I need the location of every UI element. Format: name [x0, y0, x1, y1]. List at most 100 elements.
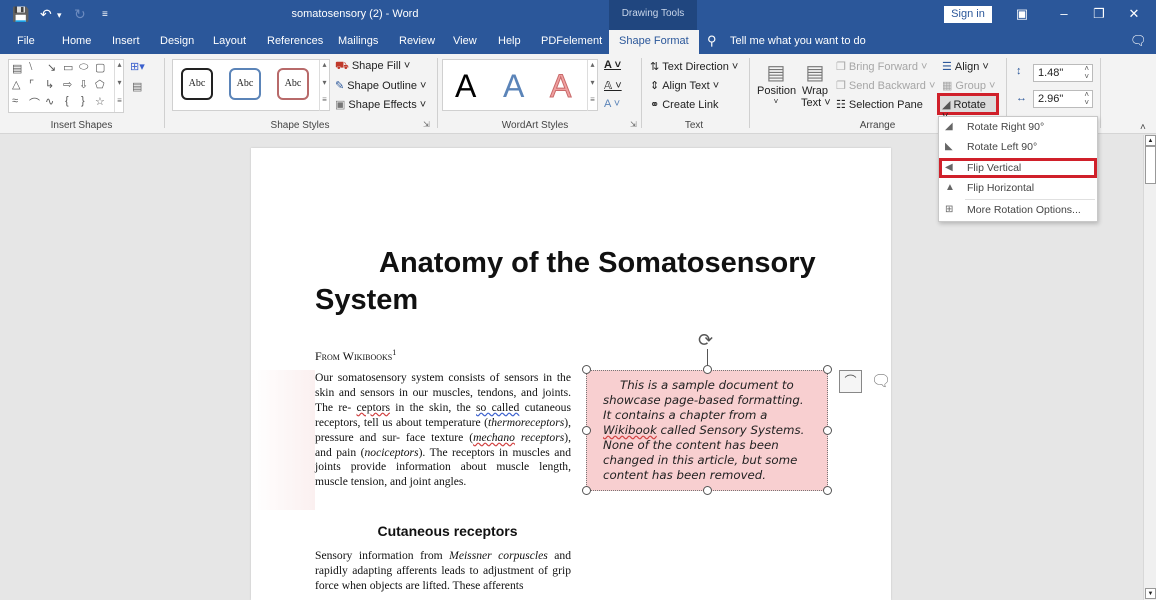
send-backward-button[interactable]: ❐ Send Backward ˅ — [836, 79, 935, 92]
shape-fill-button[interactable]: ⛟ Shape Fill ˅ — [335, 60, 410, 74]
wrap-text-button[interactable]: ▤ Wrap Text ˅ — [801, 60, 831, 109]
tab-references[interactable]: References — [267, 35, 323, 47]
body-paragraph-1[interactable]: Our somatosensory system consists of sen… — [315, 371, 571, 490]
comments-icon[interactable]: 🗨 — [1130, 33, 1147, 49]
new-comment-icon[interactable]: 🗨 — [871, 371, 891, 391]
shape-height-input[interactable]: 1.48" ˄ ˅ — [1033, 64, 1093, 82]
vertical-scrollbar[interactable]: ▲ ▼ — [1143, 135, 1156, 600]
shape-effects-button[interactable]: ▣ Shape Effects ˅ — [335, 98, 426, 111]
resize-handle-top-left[interactable] — [582, 365, 591, 374]
selection-pane-button[interactable]: ☷ Selection Pane — [836, 98, 923, 111]
tab-mailings[interactable]: Mailings — [338, 35, 378, 47]
gallery-scroll-down[interactable]: ▾ — [114, 78, 124, 96]
rectangle-shape-icon[interactable]: ▭ — [63, 61, 73, 74]
text-effects-icon[interactable]: A ˅ — [604, 98, 620, 110]
wordart-black[interactable]: A — [455, 68, 476, 105]
align-button[interactable]: ☰ Align ˅ — [942, 60, 989, 73]
group-button[interactable]: ▦ Group ˅ — [942, 79, 995, 92]
text-fill-icon[interactable]: A ˅ — [604, 59, 621, 71]
tab-design[interactable]: Design — [160, 35, 194, 47]
menu-item-flip-vertical[interactable]: ◀ Flip Vertical — [939, 158, 1097, 178]
tab-view[interactable]: View — [453, 35, 477, 47]
shape-styles-launcher-icon[interactable]: ⇲ — [423, 120, 430, 129]
tab-help[interactable]: Help — [498, 35, 521, 47]
text-box-shape-icon[interactable]: ▤ — [12, 62, 22, 75]
tab-home[interactable]: Home — [62, 35, 91, 47]
styles-scroll-up[interactable]: ▴ — [319, 60, 329, 78]
resize-handle-top[interactable] — [703, 365, 712, 374]
minimize-icon[interactable]: – — [1054, 6, 1074, 21]
body-paragraph-2[interactable]: Sensory information from Meissner corpus… — [315, 549, 571, 594]
tab-file[interactable]: File — [17, 35, 35, 47]
down-arrow-shape-icon[interactable]: ⇩ — [79, 78, 88, 91]
ribbon-display-icon[interactable]: ▣ — [1012, 6, 1032, 22]
shape-width-input[interactable]: 2.96" ˄ ˅ — [1033, 90, 1093, 108]
scroll-down-arrow[interactable]: ▼ — [1145, 588, 1156, 599]
freeform-shape-icon[interactable]: ≈ — [12, 95, 18, 107]
gallery-more[interactable]: ≡ — [114, 96, 124, 112]
resize-handle-bottom[interactable] — [703, 486, 712, 495]
star-shape-icon[interactable]: ☆ — [95, 95, 105, 108]
tab-pdfelement[interactable]: PDFelement — [541, 35, 602, 47]
tab-insert[interactable]: Insert — [112, 35, 140, 47]
triangle-shape-icon[interactable]: △ — [12, 78, 20, 91]
left-brace-icon[interactable]: { — [65, 95, 69, 107]
line-shape-icon[interactable]: ⧵ — [29, 61, 32, 74]
resize-handle-right[interactable] — [823, 426, 832, 435]
wordart-more[interactable]: ≡ — [587, 95, 597, 111]
scroll-up-arrow[interactable]: ▲ — [1145, 135, 1156, 146]
create-link-button[interactable]: ⚭ Create Link — [650, 98, 718, 111]
resize-handle-bottom-left[interactable] — [582, 486, 591, 495]
wordart-launcher-icon[interactable]: ⇲ — [630, 120, 637, 129]
menu-item-more-rotation-options[interactable]: ⊞ More Rotation Options... — [939, 201, 1097, 221]
sign-in-button[interactable]: Sign in — [944, 6, 992, 23]
curve-shape-icon[interactable]: ∿ — [45, 95, 54, 108]
draw-text-box-icon[interactable]: ▤ — [132, 80, 142, 93]
menu-item-rotate-left[interactable]: ◣ Rotate Left 90° — [939, 138, 1097, 158]
wordart-scroll-up[interactable]: ▴ — [587, 60, 597, 78]
tab-review[interactable]: Review — [399, 35, 435, 47]
position-button[interactable]: ▤ Position ˅ — [757, 60, 796, 106]
oval-shape-icon[interactable]: ⬭ — [79, 61, 88, 74]
collapse-ribbon-icon[interactable]: ˄ — [1140, 122, 1146, 133]
elbow-connector-icon[interactable]: ⌜ — [29, 78, 34, 91]
tell-me-search[interactable]: Tell me what you want to do — [730, 35, 866, 47]
restore-icon[interactable]: ❐ — [1089, 6, 1109, 22]
bring-forward-button[interactable]: ❐ Bring Forward ˅ — [836, 60, 927, 73]
selected-text-box[interactable]: This is a sample document to showcase pa… — [586, 370, 828, 491]
tab-shape-format[interactable]: Shape Format — [609, 30, 699, 54]
snip-shape-icon[interactable]: ⬠ — [95, 78, 105, 91]
styles-more[interactable]: ≡ — [319, 95, 329, 111]
rotation-handle-icon[interactable]: ⟳ — [698, 330, 713, 351]
rounded-rect-shape-icon[interactable]: ▢ — [95, 61, 105, 74]
resize-handle-bottom-right[interactable] — [823, 486, 832, 495]
align-text-button[interactable]: ⇕ Align Text ˅ — [650, 79, 719, 92]
styles-scroll-down[interactable]: ▾ — [319, 78, 329, 95]
rotate-button[interactable]: ◢Rotate ˅ — [937, 93, 999, 123]
menu-item-rotate-right[interactable]: ◢ Rotate Right 90° — [939, 118, 1097, 138]
right-arrow-shape-icon[interactable]: ⇨ — [63, 78, 72, 91]
gallery-scroll-up[interactable]: ▴ — [114, 60, 124, 78]
style-preset-blue[interactable]: Abc — [229, 68, 261, 100]
style-preset-red[interactable]: Abc — [277, 68, 309, 100]
wordart-blue[interactable]: A — [503, 68, 524, 105]
text-outline-icon[interactable]: 𝔸 ˅ — [604, 79, 622, 92]
wordart-pink[interactable]: A — [549, 68, 571, 105]
right-brace-icon[interactable]: } — [81, 95, 85, 107]
close-icon[interactable]: ✕ — [1124, 6, 1144, 22]
wordart-gallery[interactable]: A A A ▴ ▾ ≡ — [442, 59, 598, 111]
menu-item-flip-horizontal[interactable]: ▲ Flip Horizontal — [939, 179, 1097, 199]
scroll-thumb[interactable] — [1145, 146, 1156, 184]
wordart-scroll-down[interactable]: ▾ — [587, 78, 597, 95]
layout-options-icon[interactable]: ⌒ — [839, 370, 862, 393]
tab-layout[interactable]: Layout — [213, 35, 246, 47]
style-preset-black[interactable]: Abc — [181, 68, 213, 100]
text-direction-button[interactable]: ⇅ Text Direction ˅ — [650, 60, 738, 73]
edit-shape-icon[interactable]: ⊞▾ — [130, 60, 145, 73]
resize-handle-top-right[interactable] — [823, 365, 832, 374]
elbow-arrow-icon[interactable]: ↳ — [45, 78, 54, 91]
shape-styles-gallery[interactable]: Abc Abc Abc ▴ ▾ ≡ — [172, 59, 330, 111]
shape-outline-button[interactable]: ✎ Shape Outline ˅ — [335, 79, 426, 92]
arc-shape-icon[interactable]: ⌒ — [29, 95, 40, 111]
shapes-gallery[interactable]: ▤ ⧵ ↘ ▭ ⬭ ▢ △ ⌜ ↳ ⇨ ⇩ ⬠ ≈ ⌒ ∿ { } ☆ ▴ ▾ … — [8, 59, 124, 113]
